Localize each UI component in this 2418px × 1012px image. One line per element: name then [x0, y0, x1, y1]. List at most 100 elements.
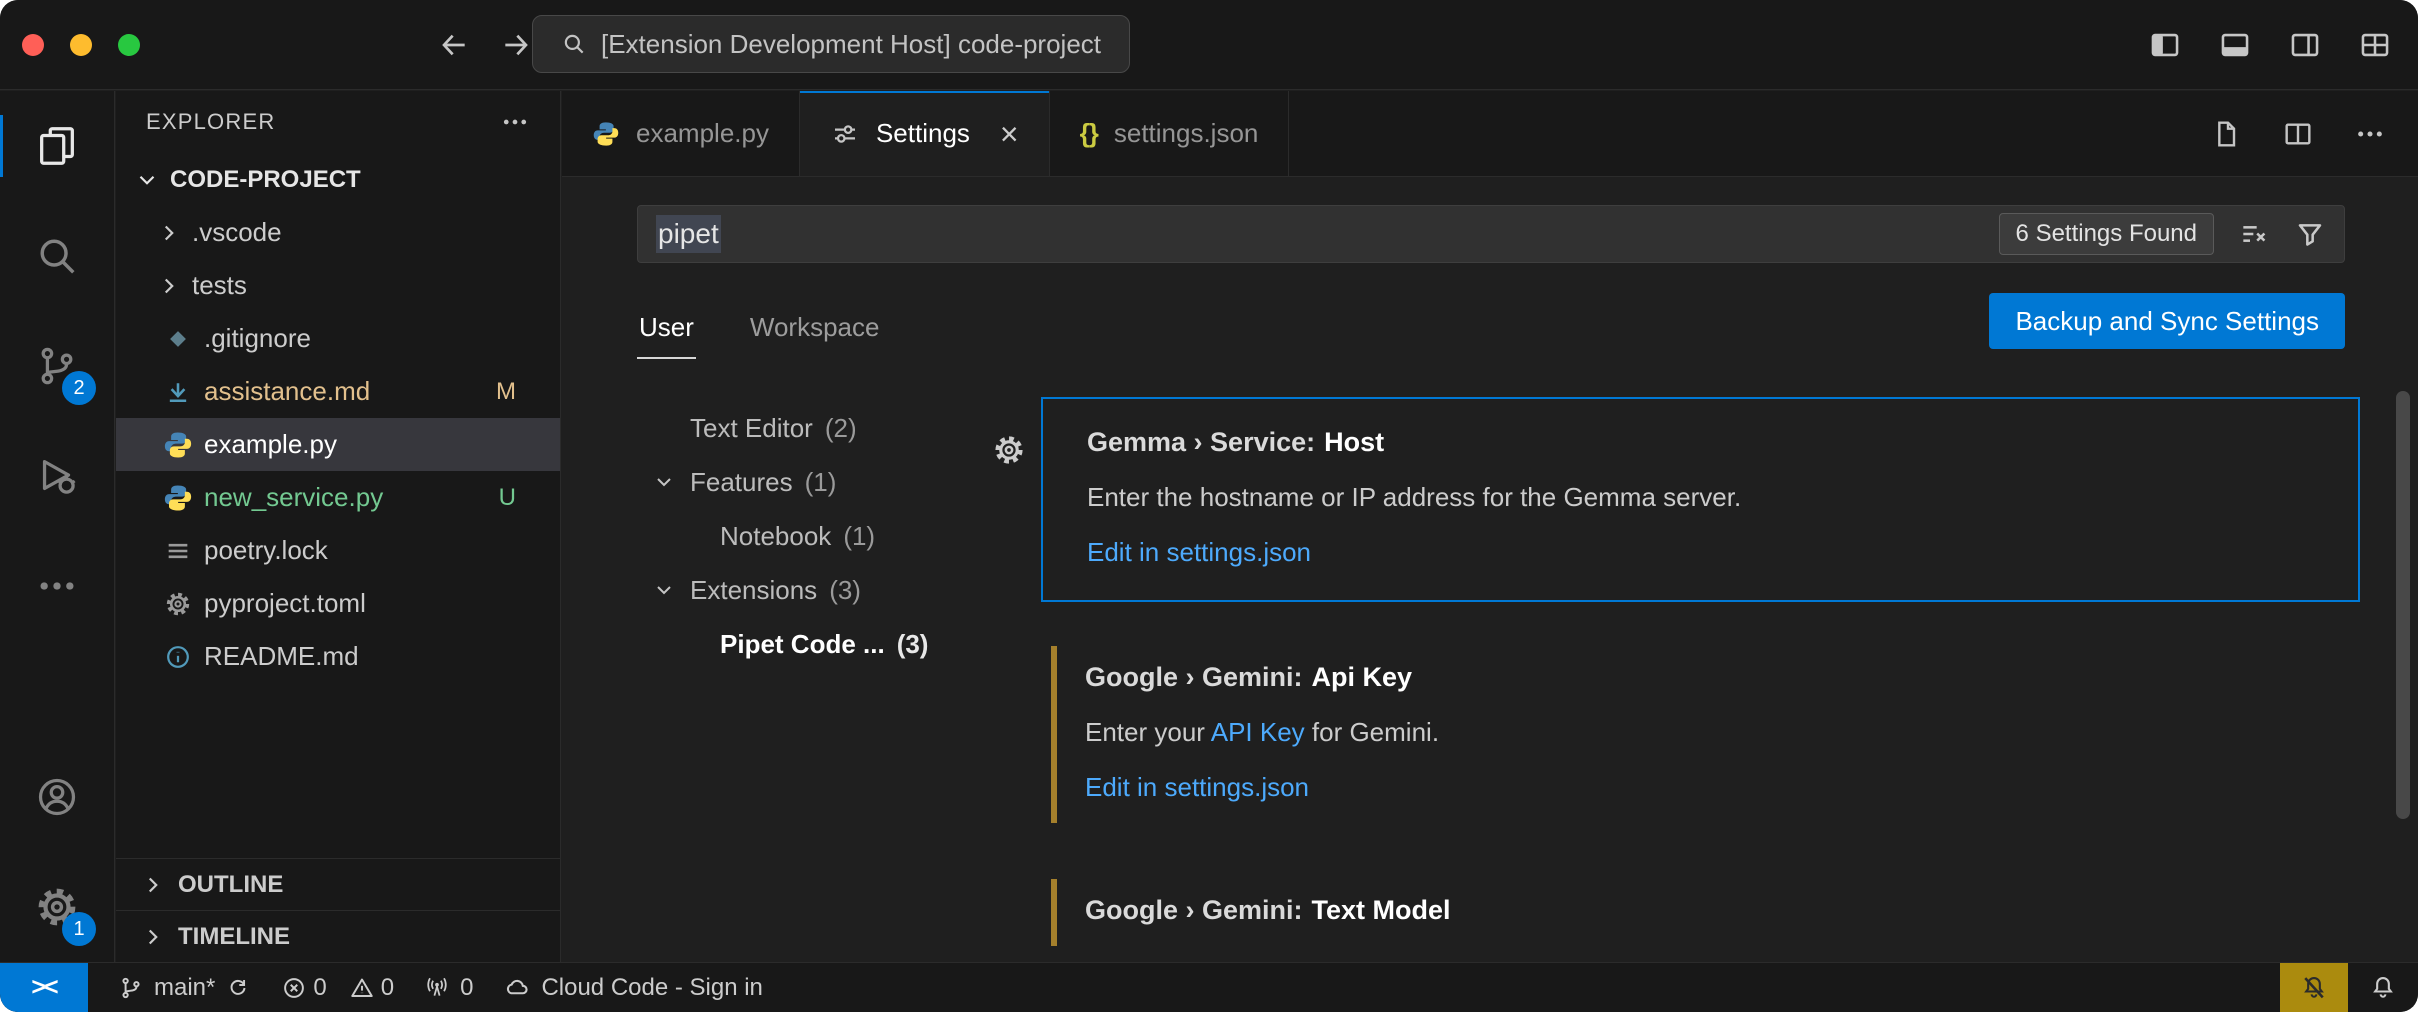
toc-item-notebook[interactable]: Notebook (1): [562, 509, 1032, 563]
modified-setting-indicator: [1051, 879, 1057, 946]
command-center[interactable]: [Extension Development Host] code-projec…: [532, 15, 1130, 73]
setting-google-gemini-text-model[interactable]: Google › Gemini:Text Model: [1041, 867, 2360, 926]
filter-icon[interactable]: [2294, 218, 2326, 250]
open-settings-json-icon[interactable]: [2210, 118, 2242, 150]
api-key-link[interactable]: API Key: [1211, 717, 1305, 747]
toc-label: Features: [690, 467, 793, 498]
remote-indicator[interactable]: ><: [0, 963, 88, 1012]
close-window-button[interactable]: [22, 34, 44, 56]
settings-search-input[interactable]: pipet 6 Settings Found: [637, 205, 2345, 263]
tree-file-example-py[interactable]: example.py: [116, 418, 560, 471]
toggle-panel-icon[interactable]: [2218, 28, 2252, 62]
toc-item-text-editor[interactable]: Text Editor (2): [562, 401, 1032, 455]
sidebar-item-explorer[interactable]: [0, 91, 114, 201]
toggle-primary-sidebar-icon[interactable]: [2148, 28, 2182, 62]
scope-tab-user[interactable]: User: [637, 312, 696, 359]
chevron-right-icon: [156, 273, 182, 299]
tree-root-code-project[interactable]: CODE-PROJECT: [116, 153, 560, 206]
search-input-value: pipet: [656, 215, 721, 253]
toc-count: (3): [897, 629, 929, 660]
sidebar-item-more-views[interactable]: [0, 531, 114, 641]
tree-file-new-service-py[interactable]: new_service.py U: [116, 471, 560, 524]
python-file-icon: [592, 120, 620, 148]
toc-count: (3): [829, 575, 861, 606]
do-not-disturb-item[interactable]: [2280, 963, 2348, 1012]
backup-sync-settings-button[interactable]: Backup and Sync Settings: [1989, 293, 2345, 349]
notifications-item[interactable]: [2348, 963, 2418, 1012]
tree-file-gitignore[interactable]: .gitignore: [116, 312, 560, 365]
setting-gemma-service-host[interactable]: Gemma › Service:Host Enter the hostname …: [1041, 397, 2360, 602]
tree-folder-vscode[interactable]: .vscode: [116, 206, 560, 259]
vscode-window: [Extension Development Host] code-projec…: [0, 0, 2418, 1012]
settings-found-badge: 6 Settings Found: [1999, 213, 2214, 255]
edit-in-settings-json-link[interactable]: Edit in settings.json: [1085, 772, 2324, 803]
tree-file-readme-md[interactable]: README.md: [116, 630, 560, 683]
run-debug-icon: [34, 453, 80, 499]
tree-file-assistance-md[interactable]: assistance.md M: [116, 365, 560, 418]
account-icon: [34, 774, 80, 820]
sidebar-item-source-control[interactable]: 2: [0, 311, 114, 421]
cloud-icon: [503, 974, 531, 1002]
toc-item-pipet-code[interactable]: Pipet Code ... (3): [562, 617, 1032, 671]
toc-count: (2): [825, 413, 857, 444]
minimize-window-button[interactable]: [70, 34, 92, 56]
customize-layout-icon[interactable]: [2358, 28, 2392, 62]
explorer-title: EXPLORER: [146, 109, 275, 135]
titlebar: [Extension Development Host] code-projec…: [0, 0, 2418, 90]
clear-search-results-icon[interactable]: [2238, 218, 2270, 250]
bell-slash-icon: [2300, 974, 2328, 1002]
chevron-down-icon: [652, 578, 676, 602]
folder-label: tests: [192, 270, 247, 301]
settings-sliders-icon: [830, 119, 860, 149]
tree-file-poetry-lock[interactable]: poetry.lock: [116, 524, 560, 577]
sidebar-item-run-debug[interactable]: [0, 421, 114, 531]
tree-folder-tests[interactable]: tests: [116, 259, 560, 312]
bell-icon: [2369, 974, 2397, 1002]
settings-badge: 1: [62, 912, 96, 946]
tree-file-pyproject-toml[interactable]: pyproject.toml: [116, 577, 560, 630]
close-tab-icon[interactable]: ×: [1000, 118, 1019, 150]
toc-label: Pipet Code ...: [720, 629, 885, 660]
scope-tab-workspace[interactable]: Workspace: [748, 312, 882, 359]
more-actions-icon[interactable]: [2354, 118, 2386, 150]
setting-google-gemini-api-key[interactable]: Google › Gemini:Api Key Enter your API K…: [1041, 634, 2360, 835]
cloud-code-label: Cloud Code - Sign in: [541, 974, 762, 1002]
toggle-secondary-sidebar-icon[interactable]: [2288, 28, 2322, 62]
setting-category: Google › Gemini:: [1085, 895, 1303, 925]
lock-file-icon: [162, 537, 194, 565]
scrollbar-thumb[interactable]: [2396, 391, 2410, 819]
zoom-window-button[interactable]: [118, 34, 140, 56]
toc-count: (1): [805, 467, 837, 498]
git-untracked-badge: U: [499, 484, 516, 512]
toc-item-extensions[interactable]: Extensions (3): [562, 563, 1032, 617]
settings-toc: Text Editor (2) Features (1) Notebook (1…: [562, 401, 1032, 671]
cloud-code-item[interactable]: Cloud Code - Sign in: [503, 974, 762, 1002]
publish-changes-icon: [225, 975, 251, 1001]
timeline-section-header[interactable]: TIMELINE: [116, 910, 560, 962]
tab-example-py[interactable]: example.py: [562, 91, 800, 176]
warnings-icon: [349, 975, 375, 1001]
forward-icon[interactable]: [500, 29, 532, 61]
sidebar-item-search[interactable]: [0, 201, 114, 311]
setting-gear-icon[interactable]: [992, 433, 1026, 467]
explorer-more-actions-icon[interactable]: [500, 107, 530, 137]
back-icon[interactable]: [438, 29, 470, 61]
file-label: assistance.md: [204, 376, 370, 407]
tab-label: settings.json: [1114, 118, 1259, 149]
ports-item[interactable]: 0: [424, 974, 473, 1002]
chevron-right-icon: [140, 924, 166, 950]
sidebar-item-accounts[interactable]: [0, 742, 114, 852]
search-icon: [34, 233, 80, 279]
description-text: for Gemini.: [1305, 717, 1439, 747]
edit-in-settings-json-link[interactable]: Edit in settings.json: [1087, 537, 2322, 568]
search-icon: [561, 31, 587, 57]
git-branch-item[interactable]: main*: [118, 974, 251, 1002]
python-file-icon: [162, 483, 194, 513]
sidebar-item-settings[interactable]: 1: [0, 852, 114, 962]
problems-item[interactable]: 0 0: [281, 974, 394, 1002]
tab-settings-json[interactable]: {} settings.json: [1050, 91, 1290, 176]
tab-settings[interactable]: Settings ×: [800, 91, 1050, 176]
outline-section-header[interactable]: OUTLINE: [116, 858, 560, 910]
toc-item-features[interactable]: Features (1): [562, 455, 1032, 509]
split-editor-icon[interactable]: [2282, 118, 2314, 150]
